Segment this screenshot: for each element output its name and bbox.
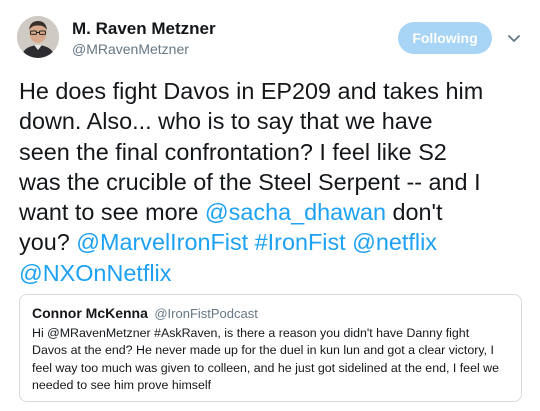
avatar-image xyxy=(17,16,59,58)
author-handle[interactable]: @MRavenMetzner xyxy=(72,41,189,57)
tweet-line: you? @MarvelIronFist #IronFist @netflix xyxy=(19,227,533,257)
tweet-text-segment: want to see more xyxy=(19,199,205,226)
tweet-line: seen the final confrontation? I feel lik… xyxy=(19,137,533,167)
tweet-text: He does fight Davos in EP209 and takes h… xyxy=(19,76,533,288)
following-button[interactable]: Following xyxy=(398,22,492,54)
mention-link[interactable]: @MarvelIronFist xyxy=(76,229,248,255)
quoted-author-handle: @IronFistPodcast xyxy=(154,306,258,321)
avatar[interactable] xyxy=(17,16,59,58)
quoted-author-name: Connor McKenna xyxy=(32,305,148,321)
tweet-line: was the crucible of the Steel Serpent --… xyxy=(19,167,533,197)
tweet-text-segment: you? xyxy=(19,229,77,256)
quoted-tweet-card[interactable]: Connor McKenna @IronFistPodcast Hi @MRav… xyxy=(19,294,522,402)
hashtag-link[interactable]: #IronFist xyxy=(255,229,346,255)
tweet-line: He does fight Davos in EP209 and takes h… xyxy=(19,76,533,106)
tweet-line: down. Also... who is to say that we have xyxy=(19,106,533,136)
quoted-tweet-line: needed to see him prove himself xyxy=(32,378,212,393)
quoted-tweet-line: Hi @MRavenMetzner #AskRaven, is there a … xyxy=(32,326,470,340)
tweet-text-segment: down. Also... who is to say that we have xyxy=(19,108,433,135)
tweet-text-segment: seen the final confrontation? I feel lik… xyxy=(19,138,447,165)
tweet-line: @NXOnNetflix xyxy=(19,258,533,288)
mention-link[interactable]: @sacha_dhawan xyxy=(205,199,386,225)
tweet-text-segment: was the crucible of the Steel Serpent --… xyxy=(19,168,481,195)
quoted-tweet-line: feel way too much was given to colleen, … xyxy=(32,360,500,375)
mention-link[interactable]: @netflix xyxy=(352,229,437,255)
tweet-text-segment: He does fight Davos in EP209 and takes h… xyxy=(19,78,484,104)
mention-link[interactable]: @NXOnNetflix xyxy=(19,260,171,286)
quoted-tweet-text: Hi @MRavenMetzner #AskRaven, is there a … xyxy=(32,325,509,395)
quoted-tweet-header: Connor McKenna @IronFistPodcast xyxy=(32,304,509,323)
tweet-line: want to see more @sacha_dhawan don't xyxy=(19,197,533,227)
tweet-text-segment: don't xyxy=(386,199,443,226)
quoted-tweet-line: Davos at the end? He never made up for t… xyxy=(32,343,494,358)
chevron-down-icon[interactable] xyxy=(506,32,522,46)
author-display-name[interactable]: M. Raven Metzner xyxy=(72,19,216,39)
